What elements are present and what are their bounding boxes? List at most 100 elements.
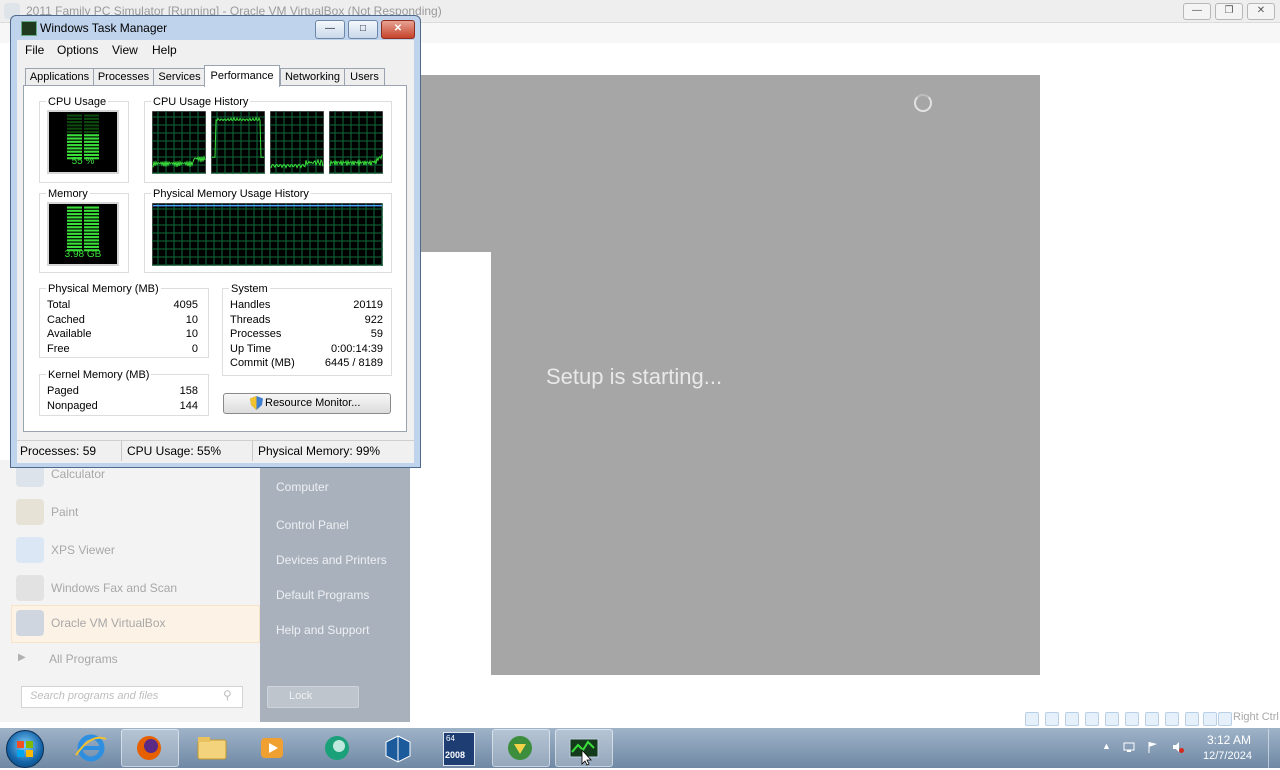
tab-networking[interactable]: Networking [280,68,345,86]
volume-muted-icon[interactable] [1172,741,1184,753]
pm-cached-value: 10 [185,314,198,326]
task-manager-icon [569,738,599,766]
clock-time[interactable]: 3:12 AM [1207,733,1251,747]
mouse-integration-status-icon[interactable] [1203,712,1217,726]
usb-status-icon[interactable] [1105,712,1119,726]
64bit-2008-icon: 64 2008 [443,732,475,766]
start-item-label: XPS Viewer [51,543,115,557]
shared-folders-status-icon[interactable] [1125,712,1139,726]
cpu-history-graph-core-3 [270,111,324,174]
start-right-computer[interactable]: Computer [276,480,329,494]
start-item-paint[interactable]: Paint [14,495,258,529]
keyboard-status-icon[interactable] [1218,712,1232,726]
sys-commit-label: Commit (MB) [230,357,295,369]
sys-threads-label: Threads [230,314,271,326]
vbox-close-button[interactable]: ✕ [1247,3,1275,20]
tm-close-button[interactable]: ✕ [381,20,415,39]
memory-history-label: Physical Memory Usage History [151,188,311,200]
vbox-minimize-button[interactable]: — [1183,3,1211,20]
virtualbox-icon [385,735,411,763]
media-player-icon [261,738,283,758]
start-item-label: Windows Fax and Scan [51,581,178,595]
start-right-control-panel[interactable]: Control Panel [276,518,349,532]
cpu-status-icon[interactable] [1185,712,1199,726]
pm-cached-label: Cached [47,314,85,326]
loading-spinner-icon [914,94,932,112]
start-item-fax-scan[interactable]: Windows Fax and Scan [14,571,258,605]
badge-64: 64 [446,734,455,743]
tab-processes[interactable]: Processes [93,68,154,86]
taskbar-windows-explorer[interactable] [183,729,241,767]
internet-explorer-icon [75,734,107,762]
start-item-label: Calculator [51,467,106,481]
tm-maximize-button[interactable]: □ [348,20,378,39]
firefox-icon [137,736,161,760]
memory-gauge-bars [67,206,99,252]
network-status-icon[interactable] [1085,712,1099,726]
resource-monitor-label: Resource Monitor... [265,397,361,409]
taskbar-internet-explorer[interactable] [62,729,120,767]
taskbar-virtualbox[interactable] [369,729,427,767]
all-programs-link[interactable]: All Programs [49,652,118,666]
host-key-label: Right Ctrl [1233,711,1279,723]
paint-icon [16,499,44,525]
start-item-xps-viewer[interactable]: XPS Viewer [14,533,258,567]
pm-free-label: Free [47,343,70,355]
show-hidden-icons-icon[interactable]: ▲ [1102,741,1111,751]
start-item-virtualbox[interactable]: Oracle VM VirtualBox [14,606,258,640]
task-manager-title: Windows Task Manager [40,21,168,35]
optical-drive-status-icon[interactable] [1045,712,1059,726]
xps-viewer-icon [16,537,44,563]
menu-view[interactable]: View [112,43,138,57]
chevron-right-icon: ▶ [18,652,26,663]
start-item-label: Paint [51,505,79,519]
start-right-help-support[interactable]: Help and Support [276,623,369,637]
sys-uptime-value: 0:00:14:39 [331,343,383,355]
sys-threads-value: 922 [364,314,383,326]
cpu-history-graph-core-2 [211,111,265,174]
clock-date[interactable]: 12/7/2024 [1203,750,1252,762]
menu-help[interactable]: Help [152,43,177,57]
uac-shield-icon [250,396,263,410]
taskbar-media-player[interactable] [243,729,301,767]
shutdown-button[interactable] [267,686,359,708]
tab-services[interactable]: Services [153,68,206,86]
fax-scan-icon [16,575,44,601]
vm-display[interactable] [420,75,1040,675]
pm-available-value: 10 [185,328,198,340]
memory-label: Memory [46,188,90,200]
vbox-restore-button[interactable]: ❐ [1215,3,1243,20]
task-manager-icon [21,21,37,36]
app-icon [325,736,349,760]
windows-logo-icon [17,741,33,757]
tab-applications[interactable]: Applications [25,68,94,86]
physical-memory-title: Physical Memory (MB) [46,283,161,295]
cpu-usage-value: 55 % [71,156,95,167]
setup-status-text: Setup is starting... [546,364,723,389]
taskbar-app[interactable] [308,729,366,767]
tab-users[interactable]: Users [344,68,385,86]
menu-options[interactable]: Options [57,43,98,57]
tab-performance[interactable]: Performance [204,65,280,87]
network-icon[interactable] [1123,741,1135,753]
start-button[interactable] [6,730,44,768]
vm-display-edge [420,252,491,675]
taskbar-firefox[interactable] [121,729,179,767]
taskbar-64bit-2008[interactable]: 64 2008 [430,729,488,767]
taskbar-task-manager[interactable] [555,729,613,767]
display-status-icon[interactable] [1145,712,1159,726]
start-right-devices-printers[interactable]: Devices and Printers [276,553,387,567]
recording-status-icon[interactable] [1165,712,1179,726]
action-center-flag-icon[interactable] [1147,741,1159,753]
menu-file[interactable]: File [25,43,44,57]
audio-status-icon[interactable] [1065,712,1079,726]
sys-uptime-label: Up Time [230,343,271,355]
hdd-status-icon[interactable] [1025,712,1039,726]
start-right-default-programs[interactable]: Default Programs [276,588,369,602]
show-desktop-button[interactable] [1268,729,1280,768]
cpu-history-label: CPU Usage History [151,96,251,108]
cpu-usage-label: CPU Usage [46,96,109,108]
badge-2008: 2008 [445,750,466,760]
taskbar-download-manager[interactable] [492,729,550,767]
tm-minimize-button[interactable]: — [315,20,345,39]
